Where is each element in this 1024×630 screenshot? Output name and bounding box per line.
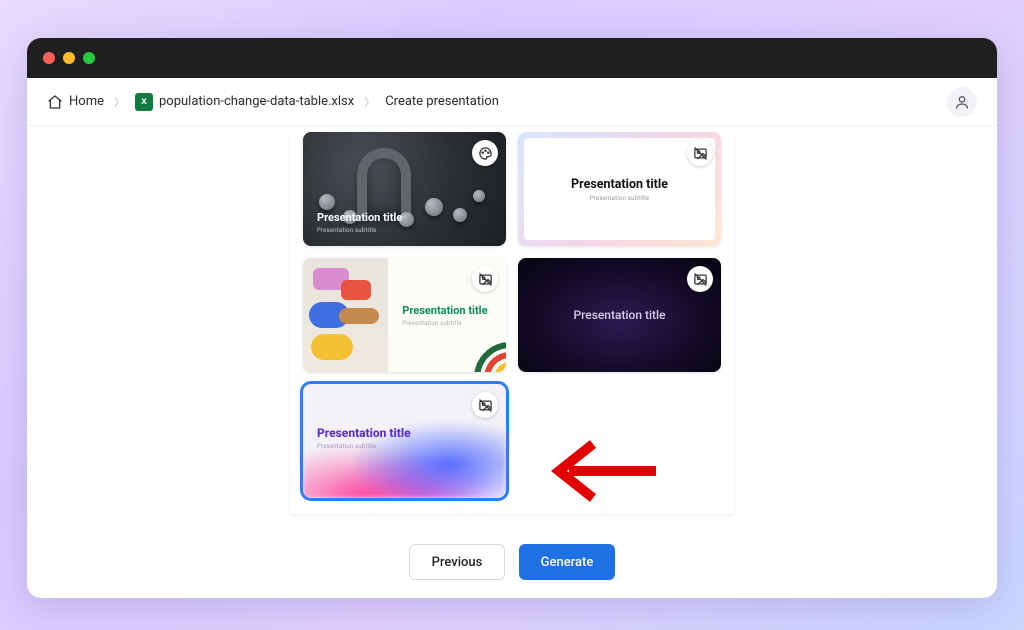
breadcrumb-file-label: population-change-data-table.xlsx	[159, 94, 354, 109]
template-grid: Presentation title Presentation subtitle…	[303, 132, 721, 498]
template-card-2[interactable]: Presentation title Presentation subtitle	[518, 132, 721, 246]
template-panel: Presentation title Presentation subtitle…	[289, 126, 735, 514]
window-minimize-dot[interactable]	[63, 52, 75, 64]
template-card-1[interactable]: Presentation title Presentation subtitle	[303, 132, 506, 246]
template-subtitle: Presentation subtitle	[317, 227, 402, 234]
breadcrumb-current: Create presentation	[385, 94, 499, 109]
template-title: Presentation title	[571, 177, 668, 192]
template-card-5[interactable]: Presentation title Presentation subtitle	[303, 384, 506, 498]
template-title: Presentation title	[402, 304, 506, 317]
profile-button[interactable]	[947, 87, 977, 117]
footer-actions: Previous Generate	[409, 544, 615, 580]
breadcrumb-bar: Home 〉 x population-change-data-table.xl…	[27, 78, 997, 126]
template-card-3[interactable]: Presentation title Presentation subtitle	[303, 258, 506, 372]
home-icon	[47, 94, 63, 110]
palette-icon	[472, 140, 498, 166]
breadcrumb-file[interactable]: x population-change-data-table.xlsx	[135, 93, 354, 111]
template-subtitle: Presentation subtitle	[590, 195, 649, 202]
no-image-icon	[472, 266, 498, 292]
template-title: Presentation title	[317, 211, 402, 224]
window-close-dot[interactable]	[43, 52, 55, 64]
template-title: Presentation title	[317, 426, 411, 440]
template-title: Presentation title	[573, 308, 665, 322]
breadcrumb-home-label: Home	[69, 94, 104, 109]
generate-button[interactable]: Generate	[519, 544, 615, 580]
chevron-right-icon: 〉	[114, 94, 125, 110]
no-image-icon	[472, 392, 498, 418]
previous-button-label: Previous	[432, 555, 483, 570]
generate-button-label: Generate	[541, 555, 594, 570]
breadcrumb-current-label: Create presentation	[385, 94, 499, 109]
content-area: Presentation title Presentation subtitle…	[27, 126, 997, 598]
previous-button[interactable]: Previous	[409, 544, 505, 580]
chevron-right-icon: 〉	[364, 94, 375, 110]
window-zoom-dot[interactable]	[83, 52, 95, 64]
excel-file-icon: x	[135, 93, 153, 111]
window-titlebar	[27, 38, 997, 78]
breadcrumb-home[interactable]: Home	[47, 94, 104, 110]
no-image-icon	[687, 140, 713, 166]
app-window: Home 〉 x population-change-data-table.xl…	[27, 38, 997, 598]
template-card-4[interactable]: Presentation title	[518, 258, 721, 372]
no-image-icon	[687, 266, 713, 292]
template-subtitle: Presentation subtitle	[317, 443, 411, 450]
template-subtitle: Presentation subtitle	[402, 320, 506, 327]
